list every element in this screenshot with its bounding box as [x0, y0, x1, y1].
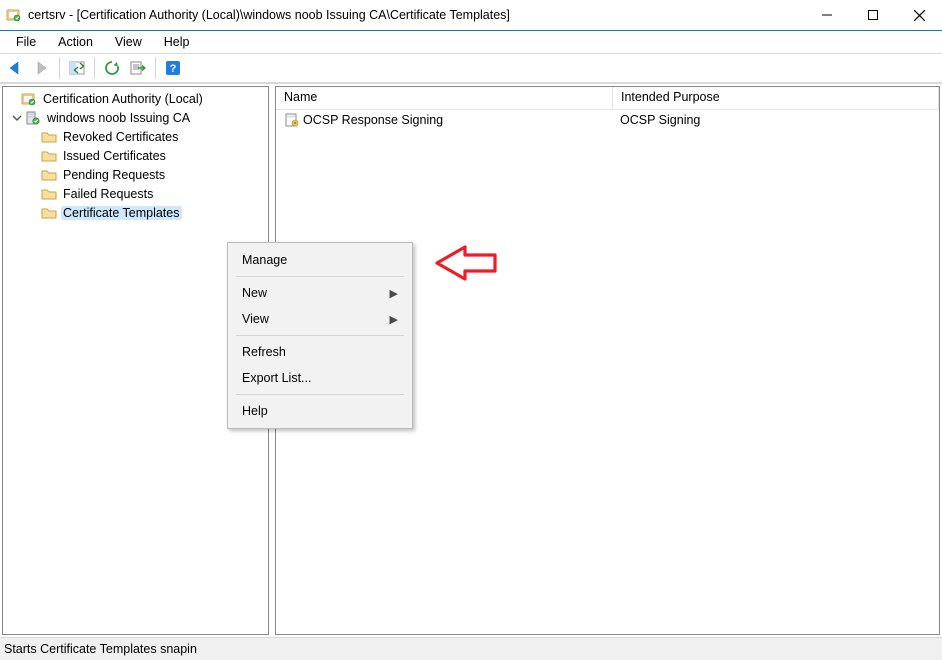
close-button[interactable] — [896, 0, 942, 30]
cell-purpose: OCSP Signing — [612, 112, 939, 128]
chevron-down-icon[interactable] — [11, 112, 23, 124]
cm-separator — [236, 276, 404, 277]
cm-manage-label: Manage — [242, 253, 287, 267]
cm-help[interactable]: Help — [230, 398, 410, 424]
cm-new[interactable]: New ▶ — [230, 280, 410, 306]
tree-pending-label: Pending Requests — [61, 168, 167, 182]
tree-templates-label: Certificate Templates — [61, 206, 182, 220]
folder-icon — [41, 186, 57, 202]
cm-separator — [236, 394, 404, 395]
cm-view[interactable]: View ▶ — [230, 306, 410, 332]
tree-issued-label: Issued Certificates — [61, 149, 168, 163]
folder-icon — [41, 205, 57, 221]
help-button[interactable]: ? — [161, 56, 185, 80]
forward-button[interactable] — [30, 56, 54, 80]
chevron-right-icon: ▶ — [390, 287, 398, 300]
toolbar-separator — [59, 57, 60, 79]
tree-revoked-label: Revoked Certificates — [61, 130, 180, 144]
export-list-button[interactable] — [126, 56, 150, 80]
folder-icon — [41, 129, 57, 145]
cert-template-icon — [284, 112, 300, 128]
col-name[interactable]: Name — [276, 87, 613, 109]
menu-view[interactable]: View — [105, 34, 152, 50]
toolbar-separator — [94, 57, 95, 79]
list-row[interactable]: OCSP Response Signing OCSP Signing — [276, 110, 939, 130]
cell-name: OCSP Response Signing — [276, 111, 612, 129]
tree-ca[interactable]: windows noob Issuing CA — [3, 108, 268, 127]
toolbar-container: ? — [0, 53, 942, 83]
back-button[interactable] — [4, 56, 28, 80]
tree-issued[interactable]: Issued Certificates — [3, 146, 268, 165]
cm-refresh-label: Refresh — [242, 345, 286, 359]
folder-icon — [41, 148, 57, 164]
window-buttons — [804, 0, 942, 30]
certsrv-app-icon — [6, 7, 22, 23]
tree-root[interactable]: Certification Authority (Local) — [3, 89, 268, 108]
server-ca-icon — [25, 110, 41, 126]
cm-help-label: Help — [242, 404, 268, 418]
show-hide-tree-button[interactable] — [65, 56, 89, 80]
tree-ca-label: windows noob Issuing CA — [45, 111, 192, 125]
tree-pending[interactable]: Pending Requests — [3, 165, 268, 184]
cm-new-label: New — [242, 286, 267, 300]
cm-separator — [236, 335, 404, 336]
menu-action[interactable]: Action — [48, 34, 103, 50]
list-header: Name Intended Purpose — [276, 87, 939, 110]
cell-name-text: OCSP Response Signing — [303, 113, 443, 127]
svg-text:?: ? — [170, 63, 177, 75]
cert-authority-icon — [21, 91, 37, 107]
cm-view-label: View — [242, 312, 269, 326]
col-purpose[interactable]: Intended Purpose — [613, 87, 939, 109]
cm-refresh[interactable]: Refresh — [230, 339, 410, 365]
cm-manage[interactable]: Manage — [230, 247, 410, 273]
body: Certification Authority (Local) windows … — [0, 83, 942, 638]
folder-icon — [41, 167, 57, 183]
title-bar: certsrv - [Certification Authority (Loca… — [0, 0, 942, 31]
menu-file[interactable]: File — [6, 34, 46, 50]
context-menu: Manage New ▶ View ▶ Refresh Export List.… — [227, 242, 413, 429]
cm-export[interactable]: Export List... — [230, 365, 410, 391]
toolbar: ? — [0, 54, 942, 82]
status-bar: Starts Certificate Templates snapin — [0, 638, 942, 660]
cm-export-label: Export List... — [242, 371, 311, 385]
cell-purpose-text: OCSP Signing — [620, 113, 700, 127]
app-window: certsrv - [Certification Authority (Loca… — [0, 0, 942, 660]
tree-revoked[interactable]: Revoked Certificates — [3, 127, 268, 146]
minimize-button[interactable] — [804, 0, 850, 30]
tree-failed[interactable]: Failed Requests — [3, 184, 268, 203]
window-title: certsrv - [Certification Authority (Loca… — [28, 8, 804, 22]
menu-help[interactable]: Help — [154, 34, 200, 50]
status-text: Starts Certificate Templates snapin — [4, 642, 197, 656]
refresh-button[interactable] — [100, 56, 124, 80]
tree-templates[interactable]: Certificate Templates — [3, 203, 268, 222]
menu-bar: File Action View Help — [0, 31, 942, 53]
twisty-icon — [7, 93, 19, 105]
chevron-right-icon: ▶ — [390, 313, 398, 326]
tree-failed-label: Failed Requests — [61, 187, 155, 201]
toolbar-separator — [155, 57, 156, 79]
tree-root-label: Certification Authority (Local) — [41, 92, 205, 106]
maximize-button[interactable] — [850, 0, 896, 30]
